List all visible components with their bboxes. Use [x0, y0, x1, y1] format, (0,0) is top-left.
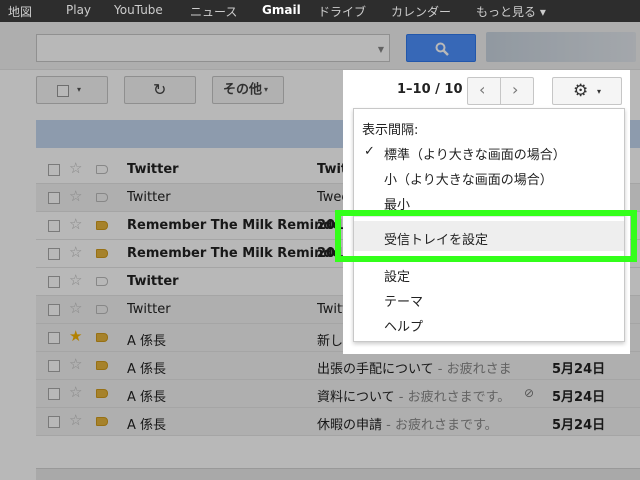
subject-snippet: - お疲れさま — [433, 362, 512, 377]
chevron-down-icon: ▾ — [77, 85, 82, 94]
pagination-range: 1–10 / 10 — [397, 82, 463, 97]
nav-maps[interactable]: 地図 — [8, 3, 32, 20]
row-checkbox[interactable] — [48, 416, 60, 428]
nav-news[interactable]: ニュース — [190, 3, 237, 20]
sender: Twitter — [127, 162, 179, 177]
more-button[interactable]: その他 ▾ — [212, 76, 284, 104]
table-row[interactable]: ☆ A 係長 資料について - お疲れさまです。 ⊘ 5月24日 — [36, 380, 640, 408]
star-icon[interactable]: ☆ — [69, 245, 82, 260]
sender: Twitter — [127, 302, 171, 317]
row-checkbox[interactable] — [48, 276, 60, 288]
sender: Remember The Milk Reminder — [127, 218, 337, 233]
star-icon[interactable]: ☆ — [69, 189, 82, 204]
sender: A 係長 — [127, 334, 167, 349]
chevron-left-icon: ‹ — [479, 80, 486, 99]
row-checkbox[interactable] — [48, 192, 60, 204]
importance-marker-icon[interactable] — [96, 221, 108, 230]
sender: Twitter — [127, 190, 171, 205]
row-checkbox[interactable] — [48, 332, 60, 344]
importance-marker-icon[interactable] — [96, 249, 108, 258]
chevron-down-icon: ▾ — [264, 85, 269, 94]
search-header: ▼ — [0, 22, 640, 70]
refresh-button[interactable]: ↻ — [124, 76, 196, 104]
settings-button[interactable]: ⚙ ▾ — [552, 77, 622, 105]
menu-item-settings[interactable]: 設定 — [384, 266, 640, 285]
search-input[interactable]: ▼ — [36, 34, 390, 62]
star-icon[interactable]: ☆ — [69, 161, 82, 176]
check-icon: ✓ — [364, 144, 375, 159]
density-heading: 表示間隔: — [362, 123, 419, 138]
importance-marker-icon[interactable] — [96, 305, 108, 314]
nav-drive[interactable]: ドライブ — [318, 3, 366, 20]
chevron-down-icon: ▾ — [597, 87, 602, 96]
subject-snippet: - お疲れさまです。 — [382, 418, 498, 433]
subject: 休暇の申請 - お疲れさまです。 — [317, 414, 532, 433]
newer-button[interactable]: › — [500, 77, 534, 105]
star-icon[interactable]: ☆ — [69, 357, 82, 372]
sender: A 係長 — [127, 362, 167, 377]
importance-marker-icon[interactable] — [96, 165, 108, 174]
google-bar: 地図 Play YouTube ニュース Gmail ドライブ カレンダー もっ… — [0, 0, 640, 22]
menu-item-density-cozy[interactable]: 小（より大きな画面の場合） — [384, 169, 640, 188]
star-icon[interactable]: ☆ — [69, 301, 82, 316]
older-button[interactable]: ‹ — [467, 77, 501, 105]
subject-title: 休暇の申請 — [317, 418, 383, 433]
importance-marker-icon[interactable] — [96, 389, 108, 398]
sender: Twitter — [127, 274, 179, 289]
menu-item-themes[interactable]: テーマ — [384, 291, 640, 310]
footer-bar — [36, 468, 640, 480]
row-checkbox[interactable] — [48, 304, 60, 316]
row-checkbox[interactable] — [48, 360, 60, 372]
date: 5月24日 — [552, 390, 606, 405]
table-row[interactable]: ☆ A 係長 休暇の申請 - お疲れさまです。 5月24日 — [36, 408, 640, 436]
sender: A 係長 — [127, 418, 167, 433]
search-icon — [435, 42, 449, 56]
select-checkbox[interactable] — [57, 85, 69, 97]
row-checkbox[interactable] — [48, 248, 60, 260]
nav-more[interactable]: もっと見る ▾ — [476, 3, 546, 20]
subject-title: 出張の手配について — [317, 362, 434, 377]
search-button[interactable] — [406, 34, 476, 62]
sender: A 係長 — [127, 390, 167, 405]
subject-title: 資料について — [317, 390, 395, 405]
star-icon[interactable]: ☆ — [69, 273, 82, 288]
select-button[interactable]: ▾ — [36, 76, 108, 104]
star-icon[interactable]: ☆ — [69, 413, 82, 428]
chevron-right-icon: › — [512, 80, 519, 99]
date: 5月24日 — [552, 418, 606, 433]
subject-snippet: - お疲れさまです。 — [394, 390, 511, 405]
nav-play[interactable]: Play — [66, 3, 91, 17]
importance-marker-icon[interactable] — [96, 277, 108, 286]
row-checkbox[interactable] — [48, 220, 60, 232]
date: 5月24日 — [552, 362, 606, 377]
importance-marker-icon[interactable] — [96, 193, 108, 202]
search-options-icon[interactable]: ▼ — [378, 45, 384, 54]
menu-item-help[interactable]: ヘルプ — [384, 316, 640, 335]
subject: 出張の手配について - お疲れさま — [317, 358, 532, 377]
refresh-icon: ↻ — [153, 80, 167, 99]
star-icon[interactable]: ☆ — [69, 385, 82, 400]
importance-marker-icon[interactable] — [96, 361, 108, 370]
attachment-icon: ⊘ — [524, 386, 535, 400]
star-icon[interactable]: ☆ — [69, 217, 82, 232]
subject: 資料について - お疲れさまです。 — [317, 386, 532, 405]
nav-gmail[interactable]: Gmail — [262, 3, 301, 17]
menu-item-density-comfortable[interactable]: 標準（より大きな画面の場合） — [384, 144, 640, 163]
sender: Remember The Milk Reminder — [127, 246, 337, 261]
highlight-annotation — [335, 210, 637, 262]
row-checkbox[interactable] — [48, 388, 60, 400]
more-label: その他 — [223, 82, 263, 98]
table-row[interactable]: ☆ A 係長 出張の手配について - お疲れさま 5月24日 — [36, 352, 640, 380]
nav-calendar[interactable]: カレンダー — [391, 3, 451, 20]
star-icon[interactable]: ★ — [69, 329, 82, 344]
importance-marker-icon[interactable] — [96, 333, 108, 342]
row-checkbox[interactable] — [48, 164, 60, 176]
account-area[interactable] — [486, 32, 636, 62]
nav-youtube[interactable]: YouTube — [114, 3, 163, 17]
importance-marker-icon[interactable] — [96, 417, 108, 426]
gear-icon: ⚙ — [573, 81, 589, 101]
